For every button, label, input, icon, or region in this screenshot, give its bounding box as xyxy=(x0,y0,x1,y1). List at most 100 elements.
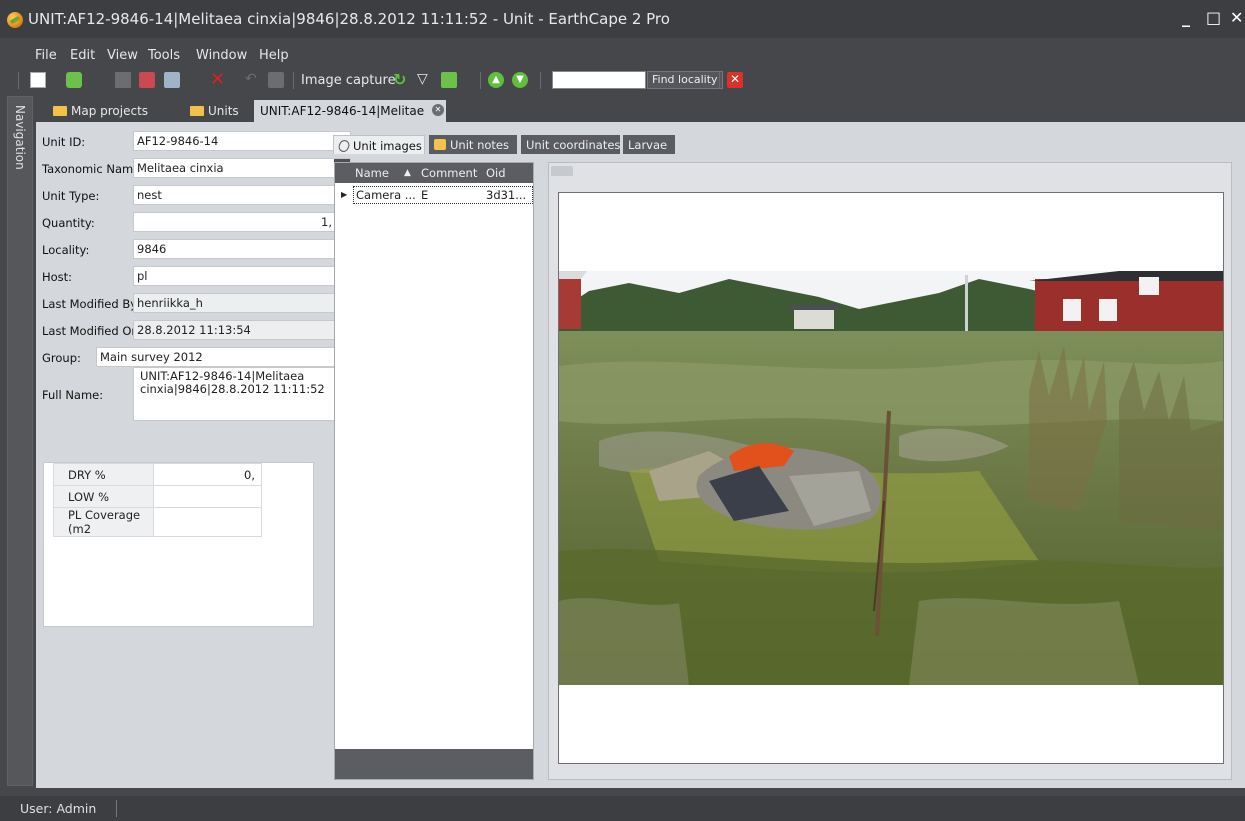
save-icon[interactable] xyxy=(115,72,131,88)
minimize-button[interactable]: _ xyxy=(1182,8,1190,27)
delete-icon[interactable]: ✕ xyxy=(210,71,226,89)
tab-label: UNIT:AF12-9846-14|Melitae xyxy=(260,104,425,118)
table-row: DRY % 0, xyxy=(53,463,262,486)
unit-type-dropdown[interactable]: nest xyxy=(133,185,351,205)
unit-id-field[interactable]: AF12-9846-14 xyxy=(133,131,351,151)
locality-label: Locality: xyxy=(42,243,90,257)
toolbar-separator xyxy=(480,72,481,89)
tab-unit-coordinates[interactable]: Unit coordinates xyxy=(521,135,620,154)
menu-view[interactable]: View xyxy=(107,48,138,63)
column-header-oid[interactable]: Oid xyxy=(486,166,506,180)
cell-name[interactable]: Camera ... xyxy=(356,188,416,202)
menu-file[interactable]: File xyxy=(35,48,57,63)
toolbar-separator xyxy=(540,72,541,89)
previous-record-icon[interactable]: ▲ xyxy=(488,72,504,88)
tab-label: Unit images xyxy=(353,139,422,153)
folder-icon xyxy=(53,106,67,116)
save-close-icon[interactable] xyxy=(139,72,155,88)
full-name-textarea[interactable]: UNIT:AF12-9846-14|Melitaea cinxia|9846|2… xyxy=(133,367,350,421)
menu-window[interactable]: Window xyxy=(196,48,247,63)
host-field[interactable]: pl xyxy=(133,266,351,286)
find-locality-input[interactable] xyxy=(552,71,646,89)
next-record-icon[interactable]: ▼ xyxy=(512,72,528,88)
quantity-label: Quantity: xyxy=(42,216,95,230)
save-new-icon[interactable] xyxy=(164,72,180,88)
group-value: Main survey 2012 xyxy=(100,350,203,364)
find-locality-button[interactable]: Find locality xyxy=(647,71,723,89)
close-window-button[interactable]: ✕ xyxy=(1230,8,1243,27)
last-modified-by-value: henriikka_h xyxy=(137,296,203,310)
menu-edit[interactable]: Edit xyxy=(70,48,95,63)
sort-ascending-icon: ▲ xyxy=(404,168,411,178)
locality-dropdown[interactable]: 9846 xyxy=(133,239,351,259)
maximize-button[interactable]: □ xyxy=(1206,8,1221,27)
tab-unit-images[interactable]: Unit images xyxy=(333,135,425,154)
last-modified-by-label: Last Modified By: xyxy=(42,297,141,311)
menu-tools[interactable]: Tools xyxy=(148,48,180,63)
column-header-comment[interactable]: Comment xyxy=(421,166,477,180)
table-row[interactable]: ▶ Camera ... E 3d31... xyxy=(335,185,533,205)
quantity-stepper[interactable]: 1, xyxy=(133,212,351,232)
measure-value[interactable] xyxy=(153,507,262,537)
navigation-label: Navigation xyxy=(13,105,27,170)
menu-help[interactable]: Help xyxy=(259,48,289,63)
taxonomic-name-label: Taxonomic Name: xyxy=(42,162,145,176)
paperclip-icon xyxy=(336,138,352,154)
export-icon[interactable] xyxy=(441,72,457,88)
image-viewer-panel xyxy=(548,162,1232,780)
measure-value[interactable]: 0, xyxy=(153,463,262,486)
measure-value[interactable] xyxy=(153,485,262,508)
undo-icon[interactable]: ↶ xyxy=(245,72,261,88)
tab-label: Units xyxy=(208,104,239,118)
tab-label: Larvae xyxy=(628,138,668,152)
status-separator xyxy=(116,800,117,817)
last-modified-by-field: henriikka_h xyxy=(133,293,351,313)
image-capture-button[interactable]: Image capture xyxy=(301,73,396,88)
tab-label: Map projects xyxy=(71,104,149,118)
cell-oid[interactable]: 3d31... xyxy=(486,188,526,202)
close-tab-icon[interactable]: ✕ xyxy=(432,104,444,116)
window-title: UNIT:AF12-9846-14|Melitaea cinxia|9846|2… xyxy=(28,10,670,28)
column-header-name[interactable]: Name xyxy=(355,166,389,180)
tab-larvae[interactable]: Larvae xyxy=(623,135,675,154)
page-tab[interactable] xyxy=(551,166,573,176)
locality-value: 9846 xyxy=(137,242,167,256)
taxonomic-name-dropdown[interactable]: Melitaea cinxia xyxy=(133,158,351,178)
measure-key: LOW % xyxy=(53,485,154,508)
print-icon[interactable] xyxy=(268,72,284,88)
unit-detail-view: Unit ID: AF12-9846-14 Taxonomic Name: Me… xyxy=(36,122,1245,788)
current-user: User: Admin xyxy=(20,801,97,816)
navigation-panel[interactable]: Navigation xyxy=(7,96,33,786)
quantity-value: 1, xyxy=(321,215,332,229)
new-document-icon[interactable] xyxy=(30,72,46,88)
tab-units[interactable]: Units xyxy=(186,100,252,122)
toolbar-separator xyxy=(18,72,19,89)
grid-footer xyxy=(335,749,533,779)
measure-key: DRY % xyxy=(53,463,154,486)
refresh-icon[interactable]: ↻ xyxy=(393,72,409,88)
taxonomic-name-value: Melitaea cinxia xyxy=(137,161,224,175)
title-bar: UNIT:AF12-9846-14|Melitaea cinxia|9846|2… xyxy=(0,0,1245,38)
last-modified-on-value: 28.8.2012 11:13:54 xyxy=(137,323,251,337)
group-dropdown[interactable]: Main survey 2012 xyxy=(96,347,351,367)
cell-comment[interactable]: E xyxy=(421,188,428,202)
tab-unit-record[interactable]: UNIT:AF12-9846-14|Melitae ✕ xyxy=(254,100,446,122)
filter-icon[interactable]: ▽ xyxy=(417,72,433,88)
earthcape-logo-icon xyxy=(7,12,23,28)
last-modified-on-field: 28.8.2012 11:13:54 xyxy=(133,320,351,340)
menu-bar: File Edit View Tools Window Help xyxy=(0,44,1245,66)
tab-label: Unit notes xyxy=(450,138,509,152)
tab-label: Unit coordinates xyxy=(526,138,621,152)
measures-grid: DRY % 0, LOW % PL Coverage (m2 xyxy=(43,462,314,627)
tab-map-projects[interactable]: Map projects xyxy=(49,100,167,122)
host-label: Host: xyxy=(42,270,73,284)
image-frame xyxy=(558,192,1224,764)
close-record-icon[interactable]: ✕ xyxy=(727,72,743,88)
table-row: PL Coverage (m2 xyxy=(53,507,262,537)
tab-unit-notes[interactable]: Unit notes xyxy=(429,135,517,154)
toolbar: ✕ ↶ Image capture ↻ ▽ ▲ ▼ Find locality … xyxy=(0,66,1245,94)
field-photo-image[interactable] xyxy=(559,271,1223,685)
toolbar-separator xyxy=(293,72,294,89)
add-icon[interactable] xyxy=(66,72,82,88)
status-bar: User: Admin xyxy=(0,796,1245,821)
